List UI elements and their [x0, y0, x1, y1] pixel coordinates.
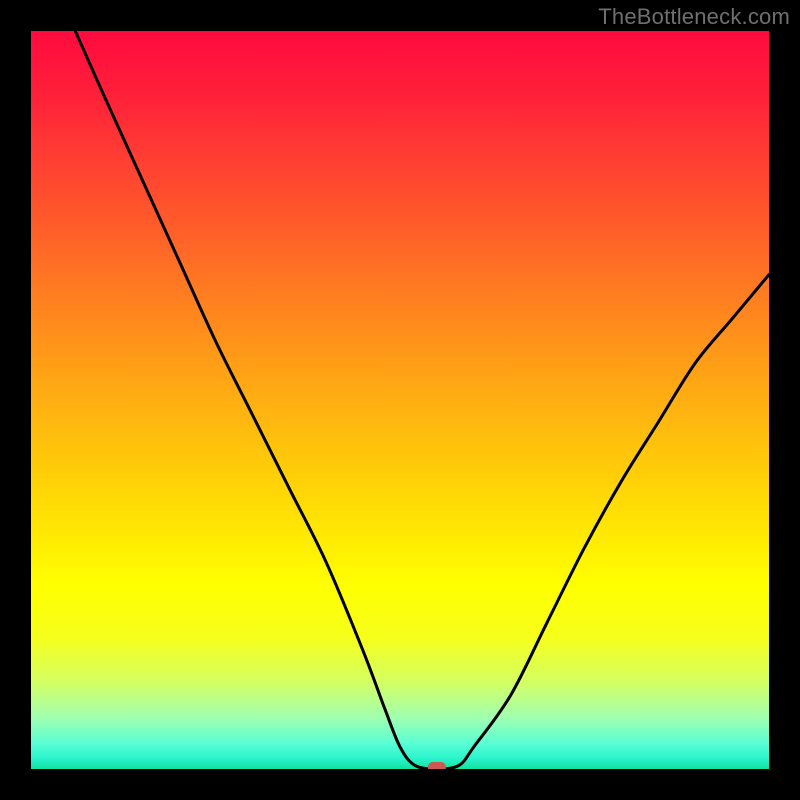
bottleneck-chart	[31, 31, 769, 769]
gradient-background	[31, 31, 769, 769]
chart-frame: TheBottleneck.com	[0, 0, 800, 800]
attribution-label: TheBottleneck.com	[598, 4, 790, 30]
optimal-point-marker	[428, 762, 446, 769]
chart-svg	[31, 31, 769, 769]
